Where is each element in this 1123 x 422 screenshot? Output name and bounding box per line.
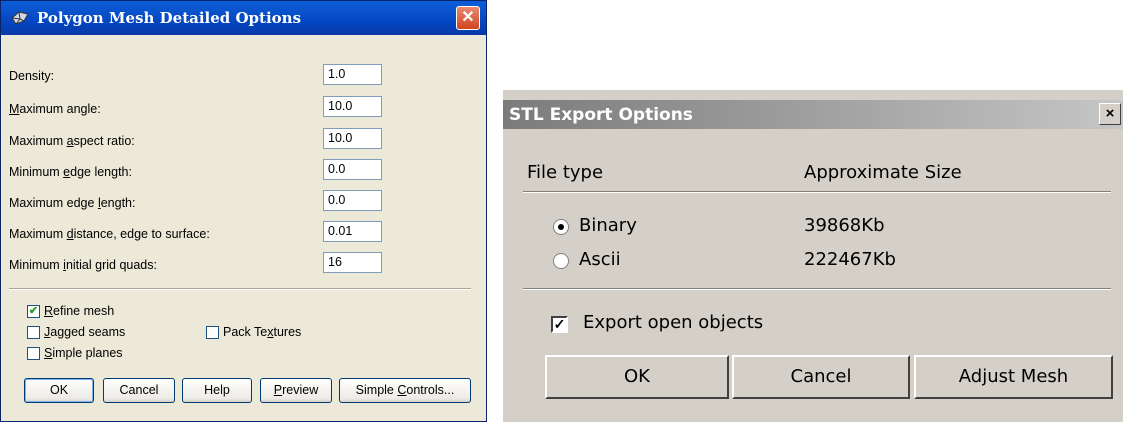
simple-controls-button[interactable]: Simple Controls...: [339, 378, 471, 403]
options-separator: [523, 288, 1111, 290]
close-icon[interactable]: ×: [1099, 103, 1121, 125]
ascii-size: 222467Kb: [804, 249, 896, 270]
polygon-mesh-dialog: Polygon Mesh Detailed Options ✕ Density:…: [0, 0, 487, 422]
adjust-mesh-button[interactable]: Adjust Mesh: [914, 355, 1113, 399]
ok-button[interactable]: OK: [545, 355, 729, 399]
maximum-aspect-ratio-label: Maximum aspect ratio:: [9, 134, 135, 148]
ascii-label[interactable]: Ascii: [579, 249, 621, 270]
minimum-edge-length-input[interactable]: 0.0: [323, 159, 382, 180]
ascii-radio[interactable]: [553, 253, 569, 269]
minimum-edge-length-label: Minimum edge length:: [9, 165, 132, 179]
polygon-mesh-titlebar[interactable]: Polygon Mesh Detailed Options ✕: [1, 1, 486, 35]
minimum-initial-grid-quads-label: Minimum initial grid quads:: [9, 258, 157, 272]
preview-button[interactable]: Preview: [260, 378, 332, 403]
cancel-button[interactable]: Cancel: [103, 378, 175, 403]
refine-mesh-label[interactable]: Refine mesh: [44, 304, 114, 318]
header-separator: [523, 191, 1111, 193]
stl-export-dialog: STL Export Options × File type Approxima…: [503, 90, 1123, 422]
maximum-angle-label: Maximum angle:: [9, 102, 101, 116]
export-open-objects-checkbox[interactable]: ✓: [551, 316, 568, 333]
maximum-distance-input[interactable]: 0.01: [323, 221, 382, 242]
maximum-aspect-ratio-input[interactable]: 10.0: [323, 128, 382, 149]
export-open-objects-label[interactable]: Export open objects: [583, 312, 763, 333]
help-button[interactable]: Help: [182, 378, 252, 403]
density-input[interactable]: 1.0: [323, 64, 382, 85]
polygon-mesh-title: Polygon Mesh Detailed Options: [37, 9, 302, 27]
separator: [9, 288, 471, 290]
simple-planes-label[interactable]: Simple planes: [44, 346, 123, 360]
binary-size: 39868Kb: [804, 215, 885, 236]
maximum-angle-input[interactable]: 10.0: [323, 96, 382, 117]
binary-label[interactable]: Binary: [579, 215, 637, 236]
jagged-seams-checkbox[interactable]: [27, 326, 40, 339]
close-icon[interactable]: ✕: [456, 6, 480, 30]
jagged-seams-label[interactable]: Jagged seams: [44, 325, 125, 339]
simple-planes-checkbox[interactable]: [27, 347, 40, 360]
cancel-button[interactable]: Cancel: [732, 355, 910, 399]
pack-textures-label[interactable]: Pack Textures: [223, 325, 301, 339]
approximate-size-header: Approximate Size: [804, 162, 962, 183]
maximum-edge-length-label: Maximum edge length:: [9, 196, 136, 210]
mesh-app-icon: [11, 11, 29, 25]
file-type-header: File type: [527, 162, 604, 183]
pack-textures-checkbox[interactable]: [206, 326, 219, 339]
maximum-distance-label: Maximum distance, edge to surface:: [9, 227, 210, 241]
stl-export-title: STL Export Options: [509, 105, 693, 125]
stl-export-titlebar[interactable]: STL Export Options ×: [503, 100, 1123, 129]
refine-mesh-checkbox[interactable]: ✔: [27, 305, 40, 318]
binary-radio[interactable]: [553, 219, 569, 235]
ok-button[interactable]: OK: [24, 378, 94, 403]
minimum-initial-grid-quads-input[interactable]: 16: [323, 252, 382, 273]
density-label: Density:: [9, 69, 55, 83]
maximum-edge-length-input[interactable]: 0.0: [323, 190, 382, 211]
